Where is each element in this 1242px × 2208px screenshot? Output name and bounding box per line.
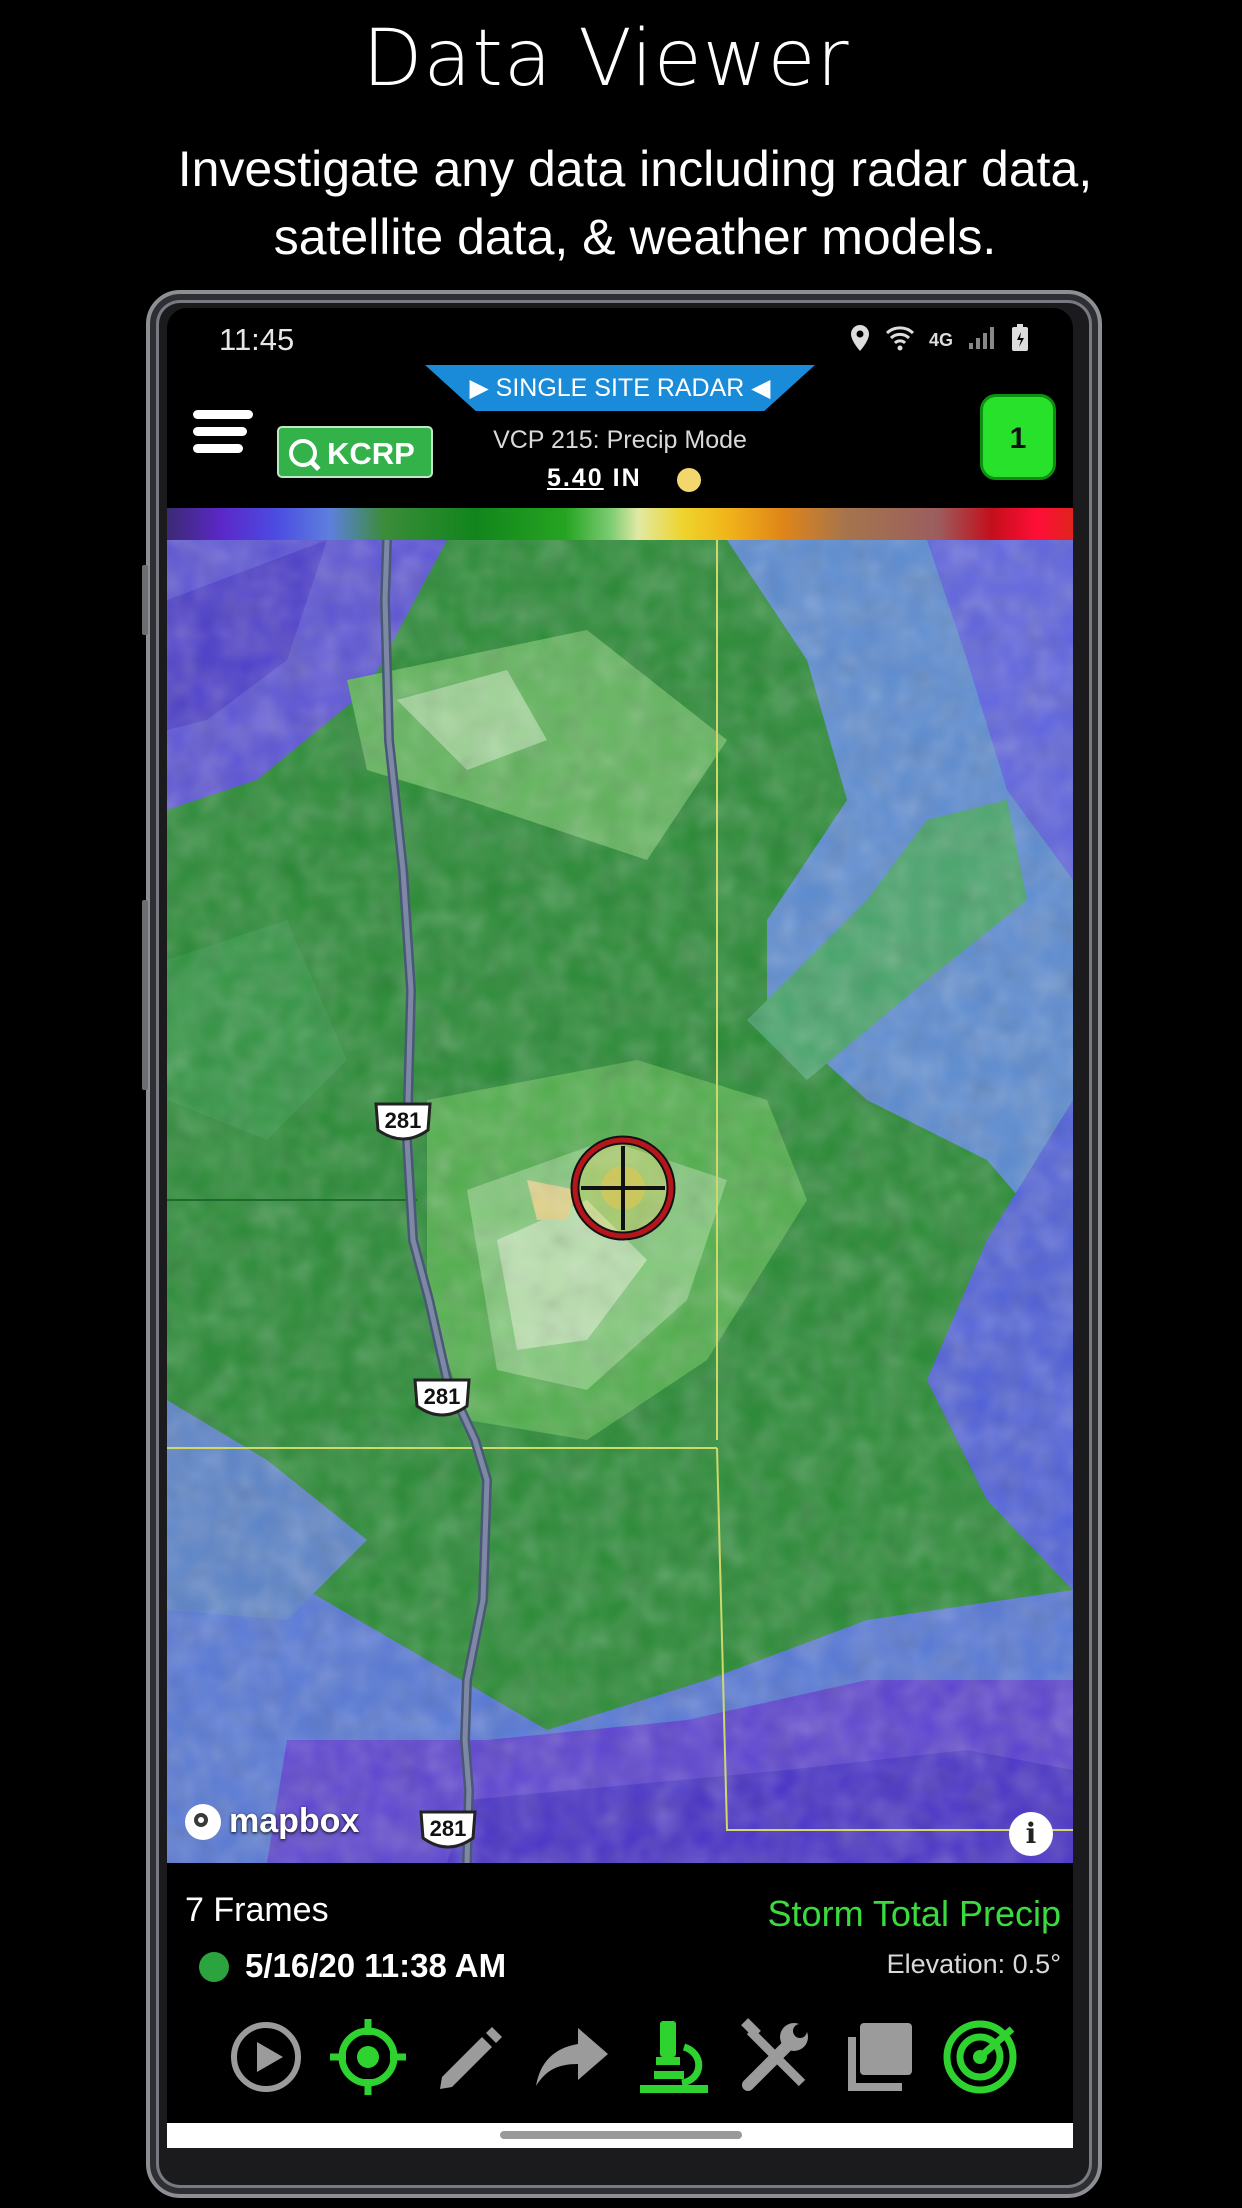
highway-shield: 281 xyxy=(372,1102,434,1146)
site-code-label: KCRP xyxy=(327,436,415,471)
highway-shield-label: 281 xyxy=(423,1384,461,1409)
layers-icon xyxy=(848,2023,912,2091)
highway-shield: 281 xyxy=(411,1378,473,1422)
frame-timestamp: 5/16/20 11:38 AM xyxy=(245,1947,507,1984)
alert-counter-button[interactable]: 1 xyxy=(980,394,1056,480)
battery-icon xyxy=(1011,324,1029,357)
frame-status-dot xyxy=(199,1952,229,1982)
tools-button[interactable] xyxy=(735,2016,817,2098)
vcp-mode-text: VCP 215: Precip Mode xyxy=(493,426,747,454)
inspect-button[interactable] xyxy=(633,2016,715,2098)
radar-icon xyxy=(943,2020,1017,2094)
precip-color-swatch xyxy=(677,468,701,492)
highway-shield: 281 xyxy=(417,1810,479,1854)
mapbox-label: mapbox xyxy=(229,1802,360,1840)
phone-side-button xyxy=(142,565,148,635)
product-name[interactable]: Storm Total Precip xyxy=(768,1893,1061,1935)
bottom-toolbar xyxy=(225,2016,1055,2106)
search-icon xyxy=(289,439,317,467)
precip-value: 5.40 xyxy=(547,464,604,492)
signal-icon xyxy=(967,325,997,356)
mode-banner-label: SINGLE SITE RADAR xyxy=(495,374,745,402)
phone-screen: 11:45 4G ▶ SINGLE SITE RADAR ◀ KCRP VCP … xyxy=(167,308,1073,2148)
pencil-icon xyxy=(440,2027,502,2089)
precip-readout: 5.40 IN xyxy=(547,464,642,493)
mode-banner[interactable]: ▶ SINGLE SITE RADAR ◀ xyxy=(425,365,815,411)
share-button[interactable] xyxy=(531,2016,613,2098)
wifi-icon xyxy=(885,324,915,357)
clock: 11:45 xyxy=(219,322,295,357)
hamburger-menu-icon[interactable] xyxy=(193,410,253,456)
microscope-icon xyxy=(640,2021,708,2093)
play-icon xyxy=(231,2022,301,2092)
share-icon xyxy=(536,2028,608,2086)
mapbox-logo-icon xyxy=(185,1803,221,1840)
home-gesture-pill[interactable] xyxy=(500,2131,742,2139)
status-bar: 11:45 4G xyxy=(167,308,1073,372)
promo-subtitle: Investigate any data including radar dat… xyxy=(177,141,1093,265)
network-type-label: 4G xyxy=(928,330,953,350)
draw-button[interactable] xyxy=(429,2016,511,2098)
radar-map[interactable]: 281 281 281 mapbox i xyxy=(167,540,1073,1863)
frames-count: 7 Frames xyxy=(185,1891,329,1929)
locate-button[interactable] xyxy=(327,2016,409,2098)
elevation-label[interactable]: Elevation: 0.5° xyxy=(887,1949,1061,1980)
location-icon xyxy=(849,324,871,357)
phone-volume-button xyxy=(142,900,148,1090)
bottom-panel: 7 Frames Storm Total Precip 5/16/20 11:3… xyxy=(167,1863,1073,2148)
radar-mode-button[interactable] xyxy=(939,2016,1021,2098)
tools-icon xyxy=(741,2018,808,2091)
play-button[interactable] xyxy=(225,2016,307,2098)
highway-shield-label: 281 xyxy=(384,1108,422,1133)
target-icon xyxy=(330,2019,406,2095)
promo-title: Data Viewer xyxy=(362,14,850,104)
triangle-right-icon: ▶ xyxy=(469,374,489,402)
layers-button[interactable] xyxy=(837,2016,919,2098)
info-icon[interactable]: i xyxy=(1009,1812,1053,1856)
highway-shield-label: 281 xyxy=(429,1816,467,1841)
precip-unit: IN xyxy=(612,464,642,492)
crosshair-target-icon[interactable] xyxy=(567,1132,679,1244)
mapbox-attribution[interactable]: mapbox xyxy=(185,1802,359,1841)
triangle-left-icon: ◀ xyxy=(751,374,771,402)
color-scale-legend xyxy=(167,508,1073,540)
